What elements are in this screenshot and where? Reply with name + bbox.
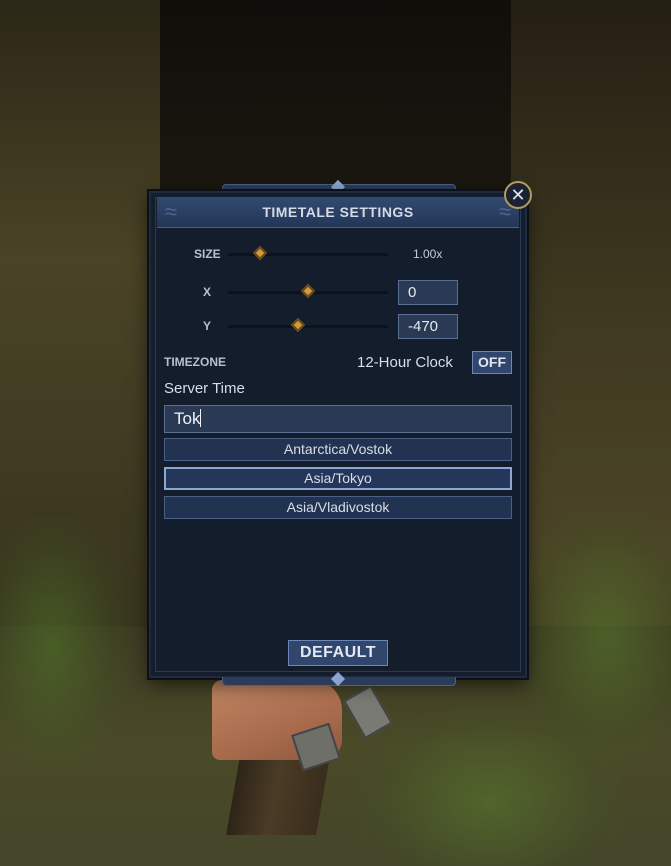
timezone-search-input[interactable]: Tok <box>164 405 512 433</box>
cave-ceiling <box>140 0 531 200</box>
settings-panel <box>149 191 527 678</box>
clock-format-toggle[interactable]: OFF <box>472 351 512 374</box>
current-timezone-text: Server Time <box>164 380 245 397</box>
y-slider-track[interactable] <box>228 325 388 328</box>
moss-patch <box>360 706 620 866</box>
panel-bottom-cap <box>222 671 456 687</box>
clock-format-label: 12-Hour Clock <box>357 354 453 371</box>
close-icon: ✕ <box>510 185 526 205</box>
close-button[interactable]: ✕ <box>504 181 532 209</box>
title-bar: ≈ TIMETALE SETTINGS ≈ <box>157 197 519 228</box>
size-slider-track[interactable] <box>228 253 388 256</box>
default-button[interactable]: DEFAULT <box>288 640 388 666</box>
x-input[interactable]: 0 <box>398 280 458 305</box>
timezone-label: TIMEZONE <box>164 355 226 369</box>
size-label: SIZE <box>194 247 221 261</box>
size-value: 1.00x <box>413 247 443 261</box>
panel-inner-frame <box>155 197 521 672</box>
y-input[interactable]: -470 <box>398 314 458 339</box>
timezone-option[interactable]: Antarctica/Vostok <box>164 438 512 461</box>
moss-patch <box>0 516 130 776</box>
search-input-value: Tok <box>174 409 201 428</box>
text-caret <box>200 409 202 427</box>
corner-ornament-icon: ≈ <box>164 199 178 224</box>
y-label: Y <box>203 319 212 333</box>
timezone-option[interactable]: Asia/Vladivostok <box>164 496 512 519</box>
x-label: X <box>203 285 212 299</box>
timezone-option-selected[interactable]: Asia/Tokyo <box>164 467 512 490</box>
window-title: TIMETALE SETTINGS <box>262 204 414 220</box>
